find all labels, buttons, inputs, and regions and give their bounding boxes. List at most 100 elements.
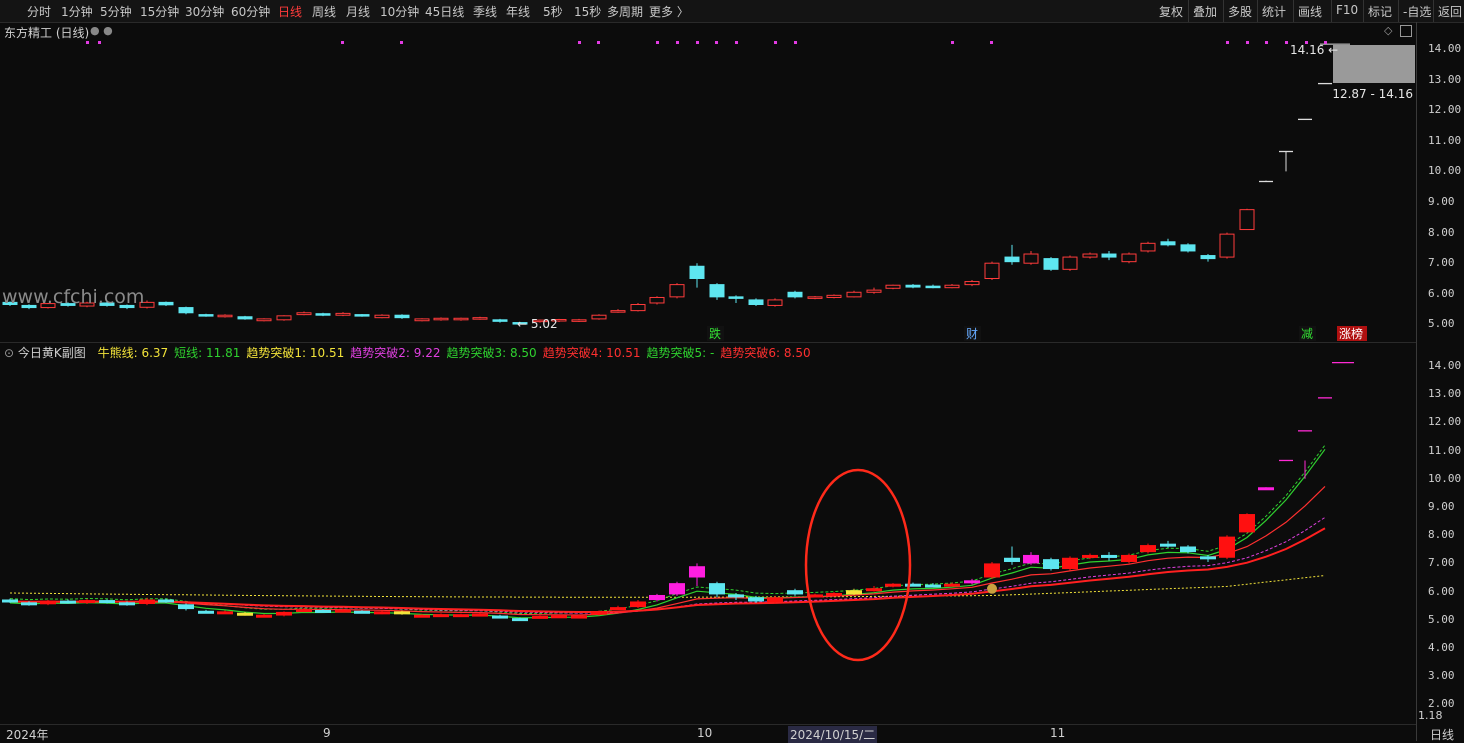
sub-candle — [689, 566, 705, 578]
sub-candle — [237, 612, 253, 616]
x-axis-label: 11 — [1050, 726, 1066, 740]
candle-body — [748, 299, 764, 306]
kline-chart[interactable]: 12.87 - 14.16 14.16 ← ← 5.02 跌 财 减 涨榜 — [0, 22, 1416, 724]
period-tab-7[interactable]: 周线 — [312, 3, 336, 20]
candle-body — [178, 307, 194, 314]
sub-candle — [1043, 559, 1059, 570]
sub-candle — [1180, 546, 1196, 553]
period-tab-8[interactable]: 月线 — [346, 3, 370, 20]
signal-dot — [1265, 41, 1268, 44]
period-tab-10[interactable]: 45日线 — [425, 3, 464, 20]
candle-body — [198, 314, 214, 317]
period-tab-0[interactable]: 分时 — [27, 3, 51, 20]
toolbar-button-6[interactable]: 标记 — [1368, 3, 1392, 20]
sub-candle — [826, 593, 842, 597]
sub-candle — [1219, 536, 1235, 558]
toolbar-separator — [1257, 0, 1258, 22]
toolbar-button-1[interactable]: 叠加 — [1193, 3, 1217, 20]
sub-price-tick: 13.00 — [1428, 387, 1462, 401]
candle-body — [492, 319, 508, 322]
candle-body — [630, 304, 646, 312]
candle-body — [709, 284, 725, 298]
signal-dot — [578, 41, 581, 44]
period-tab-12[interactable]: 年线 — [506, 3, 530, 20]
sub-candle — [414, 614, 430, 618]
signal-dot — [951, 41, 954, 44]
period-tab-9[interactable]: 10分钟 — [380, 3, 419, 20]
sub-candle — [669, 583, 685, 595]
candle-body — [1023, 253, 1039, 264]
x-axis-label: 2024/10/15/二 — [788, 726, 878, 743]
toolbar-button-0[interactable]: 复权 — [1159, 3, 1183, 20]
period-tab-2[interactable]: 5分钟 — [100, 3, 132, 20]
period-tab-11[interactable]: 季线 — [473, 3, 497, 20]
signal-dot — [656, 41, 659, 44]
event-marker: 减 — [1301, 327, 1313, 341]
candle-body — [846, 291, 862, 298]
range-box-label: 12.87 - 14.16 — [1332, 87, 1413, 101]
x-axis-label: 10 — [697, 726, 713, 740]
candle-body — [1121, 253, 1137, 263]
toolbar-separator — [1331, 0, 1332, 22]
toolbar-separator — [1398, 0, 1399, 22]
sub-price-tick: 8.00 — [1428, 528, 1455, 542]
period-tab-3[interactable]: 15分钟 — [140, 3, 179, 20]
candle-body — [669, 284, 685, 298]
signal-dot — [696, 41, 699, 44]
sub-price-tick: 10.00 — [1428, 471, 1462, 485]
period-tab-5[interactable]: 60分钟 — [231, 3, 270, 20]
candle-body — [1180, 244, 1196, 252]
main-price-tick: 9.00 — [1428, 195, 1455, 208]
sub-candle — [79, 600, 95, 604]
sub-candle — [198, 610, 214, 614]
toolbar-button-3[interactable]: 统计 — [1262, 3, 1286, 20]
signal-dot — [1305, 41, 1308, 44]
period-tab-15[interactable]: 多周期 — [607, 3, 643, 20]
period-tab-6[interactable]: 日线 — [278, 3, 302, 20]
sub-candle — [512, 618, 528, 622]
candle-body — [866, 289, 882, 293]
candle-body — [1062, 256, 1078, 270]
sub-candle — [1101, 554, 1117, 558]
signal-dot — [794, 41, 797, 44]
sub-candle — [610, 607, 626, 611]
candle-body — [394, 314, 410, 319]
candle-body — [571, 319, 587, 322]
candle-body — [728, 296, 744, 299]
candle-body — [1219, 233, 1235, 258]
toolbar-button-8[interactable]: 返回 — [1438, 3, 1462, 20]
main-price-tick: 5.00 — [1428, 317, 1455, 331]
sub-candle — [649, 594, 665, 601]
period-toolbar: 分时 1分钟 5分钟 15分钟 30分钟 60分钟 日线 周线 月线 10分钟 45日线 季线 年线 5秒… — [0, 0, 1464, 23]
sub-candle — [315, 609, 331, 613]
toolbar-button-7[interactable]: -自选 — [1403, 3, 1431, 20]
sub-price-tick: 14.00 — [1428, 359, 1462, 372]
candle-body — [925, 285, 941, 289]
range-box — [1333, 45, 1415, 83]
sub-candle — [1062, 557, 1078, 570]
toolbar-button-4[interactable]: 画线 — [1298, 3, 1322, 20]
main-price-tick: 8.00 — [1428, 225, 1455, 239]
candle-body — [905, 284, 921, 288]
period-tab-14[interactable]: 15秒 — [574, 3, 601, 20]
sub-candle — [1140, 545, 1156, 553]
main-price-tick: 13.00 — [1428, 72, 1462, 86]
period-tab-4[interactable]: 30分钟 — [185, 3, 224, 20]
signal-dot — [1246, 41, 1249, 44]
period-tab-1[interactable]: 1分钟 — [61, 3, 93, 20]
period-tab-13[interactable]: 5秒 — [543, 3, 563, 20]
x-axis-label: 2024年 — [6, 728, 49, 742]
sub-candle — [178, 604, 194, 610]
low-price-label: ← 5.02 — [517, 317, 558, 331]
toolbar-button-5[interactable]: F10 — [1336, 3, 1358, 17]
sub-price-tick: 12.00 — [1428, 415, 1462, 429]
period-tab-16[interactable]: 更多 〉 — [649, 3, 689, 20]
sub-candle — [846, 590, 862, 595]
sub-candle — [1239, 514, 1255, 533]
sub-candle — [296, 609, 312, 613]
toolbar-separator — [1188, 0, 1189, 22]
sub-pane-divider — [0, 724, 1416, 725]
candle-body — [433, 317, 449, 321]
candle-body — [1043, 258, 1059, 270]
toolbar-button-2[interactable]: 多股 — [1228, 3, 1252, 20]
